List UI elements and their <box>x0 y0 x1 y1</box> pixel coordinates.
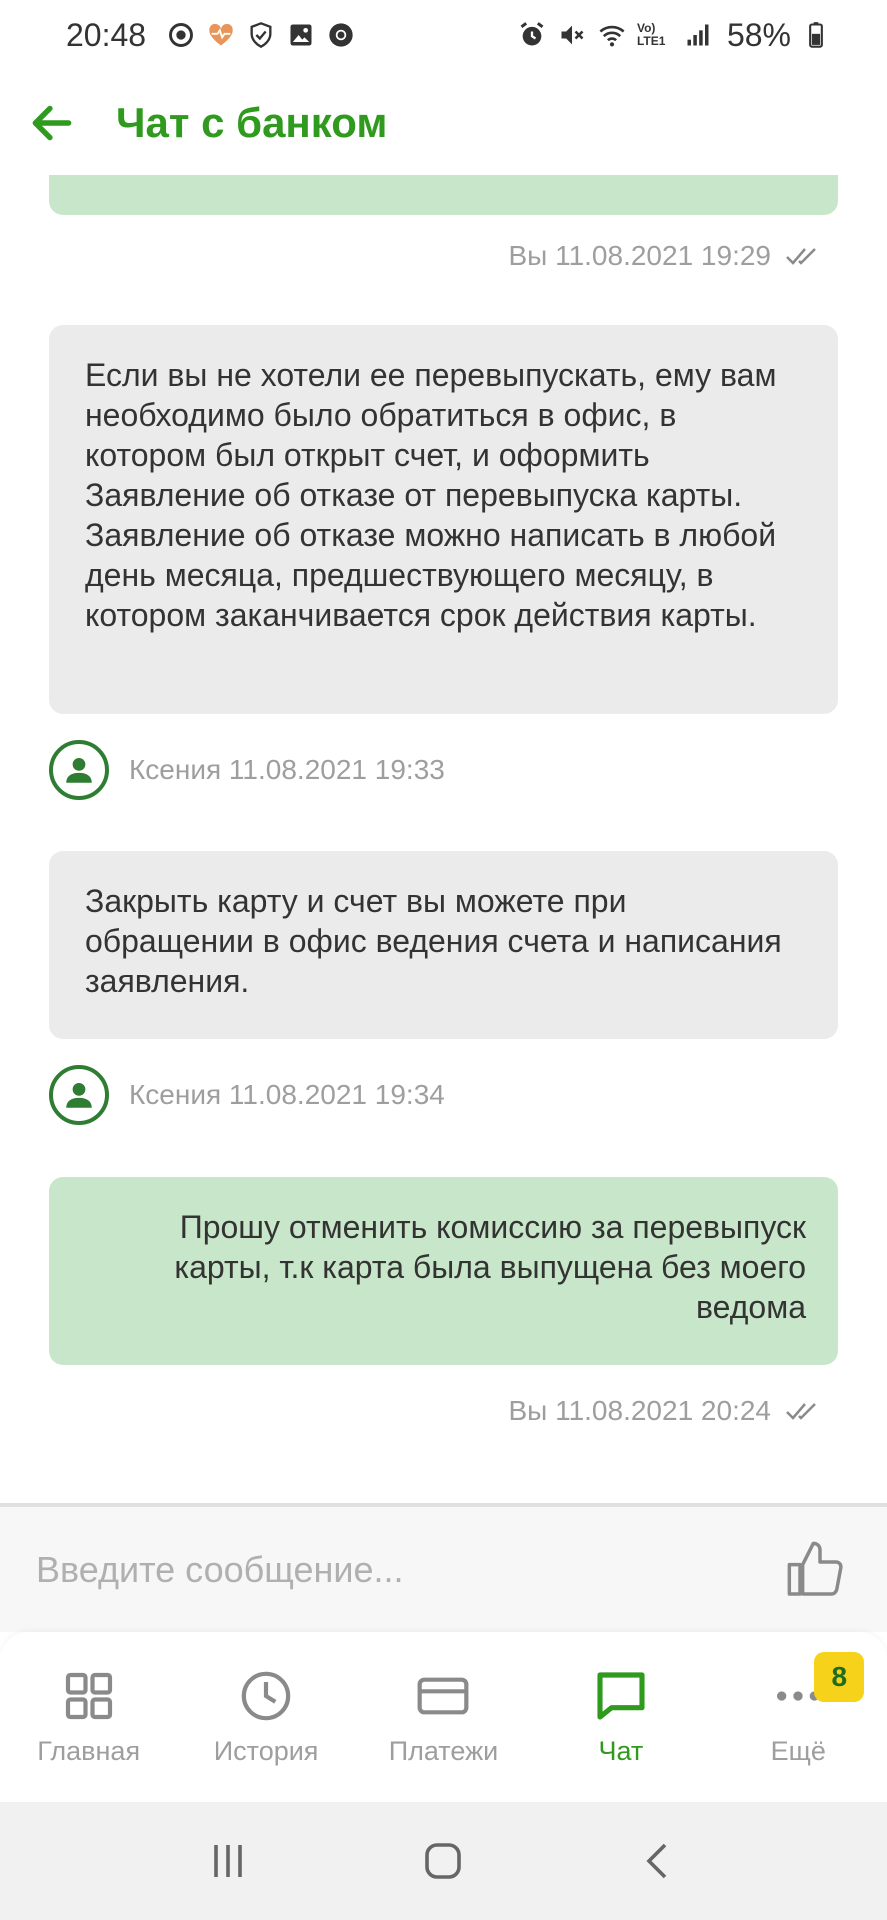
nav-label: Чат <box>598 1736 644 1766</box>
chat-messages[interactable]: Вы 11.08.2021 19:29 Если вы не хотели ее… <box>0 175 887 1505</box>
message-meta: Вы 11.08.2021 20:24 <box>509 1395 826 1427</box>
notification-badge: 8 <box>814 1652 865 1702</box>
message-bubble-user[interactable]: Прошу отменить комиссию за перевыпуск ка… <box>49 1177 838 1365</box>
message-meta-text: Ксения 11.08.2021 19:34 <box>129 1079 445 1110</box>
record-icon <box>166 20 196 50</box>
system-back-button[interactable] <box>624 1826 694 1896</box>
message-composer <box>0 1507 887 1632</box>
status-time: 20:48 <box>66 16 147 53</box>
avatar <box>49 1065 109 1125</box>
gallery-icon <box>286 20 316 50</box>
app-bar: Чат с банком <box>0 70 887 175</box>
system-nav-bar <box>0 1802 887 1920</box>
clock-icon <box>236 1666 296 1726</box>
shield-icon <box>246 20 276 50</box>
message-meta-text: Вы 11.08.2021 19:29 <box>508 240 772 271</box>
nav-label: Платежи <box>388 1736 499 1766</box>
message-input[interactable] <box>36 1548 781 1591</box>
grid-icon <box>59 1666 119 1726</box>
nav-label: История <box>213 1736 319 1766</box>
message-meta-text: Ксения 11.08.2021 19:33 <box>129 754 445 785</box>
wifi-icon <box>597 20 627 50</box>
double-check-icon <box>786 1403 816 1420</box>
message-bubble-bank[interactable]: Закрыть карту и счет вы можете при обращ… <box>49 851 838 1039</box>
volte-icon: Vo) LTE1 <box>636 21 666 48</box>
avatar <box>49 740 109 800</box>
signal-icon <box>683 20 713 50</box>
bottom-nav: Главная История Платежи Чат 8 Ещё <box>0 1632 887 1802</box>
chat-icon <box>591 1666 651 1726</box>
heart-health-icon <box>206 20 236 50</box>
home-button[interactable] <box>408 1826 478 1896</box>
person-icon <box>66 757 92 783</box>
message-meta: Вы 11.08.2021 19:29 <box>509 240 826 272</box>
message-bubble-bank[interactable]: Если вы не хотели ее перевыпускать, ему … <box>49 325 838 714</box>
nav-label: Ещё <box>770 1736 826 1766</box>
nav-item-history[interactable]: История <box>186 1666 346 1767</box>
nav-item-payments[interactable]: Платежи <box>363 1666 523 1767</box>
chevron-left-icon <box>646 1843 667 1879</box>
battery-icon <box>801 20 831 50</box>
person-icon <box>66 1082 92 1108</box>
nav-item-more[interactable]: 8 Ещё <box>718 1652 878 1767</box>
message-text: Прошу отменить комиссию за перевыпуск ка… <box>174 1209 806 1325</box>
message-bubble-user[interactable] <box>49 175 838 215</box>
status-bar-left: 20:48 <box>66 17 356 54</box>
arrow-left-icon <box>32 105 72 140</box>
battery-percent: 58% <box>726 16 791 53</box>
page-title: Чат с банком <box>116 98 388 146</box>
like-button[interactable] <box>781 1535 851 1605</box>
chrome-icon <box>326 20 356 50</box>
status-bar: 20:48 Vo) LTE1 58% <box>0 0 887 70</box>
home-icon <box>425 1843 462 1879</box>
status-bar-right: Vo) LTE1 58% <box>517 17 831 54</box>
recent-apps-icon <box>214 1845 242 1877</box>
message-text: Закрыть карту и счет вы можете при обращ… <box>85 883 782 999</box>
nav-item-home[interactable]: Главная <box>9 1666 169 1767</box>
thumbs-up-icon <box>787 1541 843 1596</box>
nav-item-chat[interactable]: Чат <box>541 1666 701 1767</box>
message-meta-text: Вы 11.08.2021 20:24 <box>508 1395 772 1426</box>
card-icon <box>413 1666 473 1726</box>
message-text: Если вы не хотели ее перевыпускать, ему … <box>85 357 777 633</box>
double-check-icon <box>786 248 816 265</box>
back-button[interactable] <box>22 93 82 153</box>
message-meta: Ксения 11.08.2021 19:34 <box>49 1065 445 1125</box>
recent-apps-button[interactable] <box>193 1826 263 1896</box>
message-meta: Ксения 11.08.2021 19:33 <box>49 740 445 800</box>
nav-label: Главная <box>37 1736 141 1766</box>
screen: 20:48 Vo) LTE1 58% Чат с банком Вы 11.08… <box>0 0 887 1920</box>
alarm-icon <box>517 20 547 50</box>
mute-icon <box>557 20 587 50</box>
